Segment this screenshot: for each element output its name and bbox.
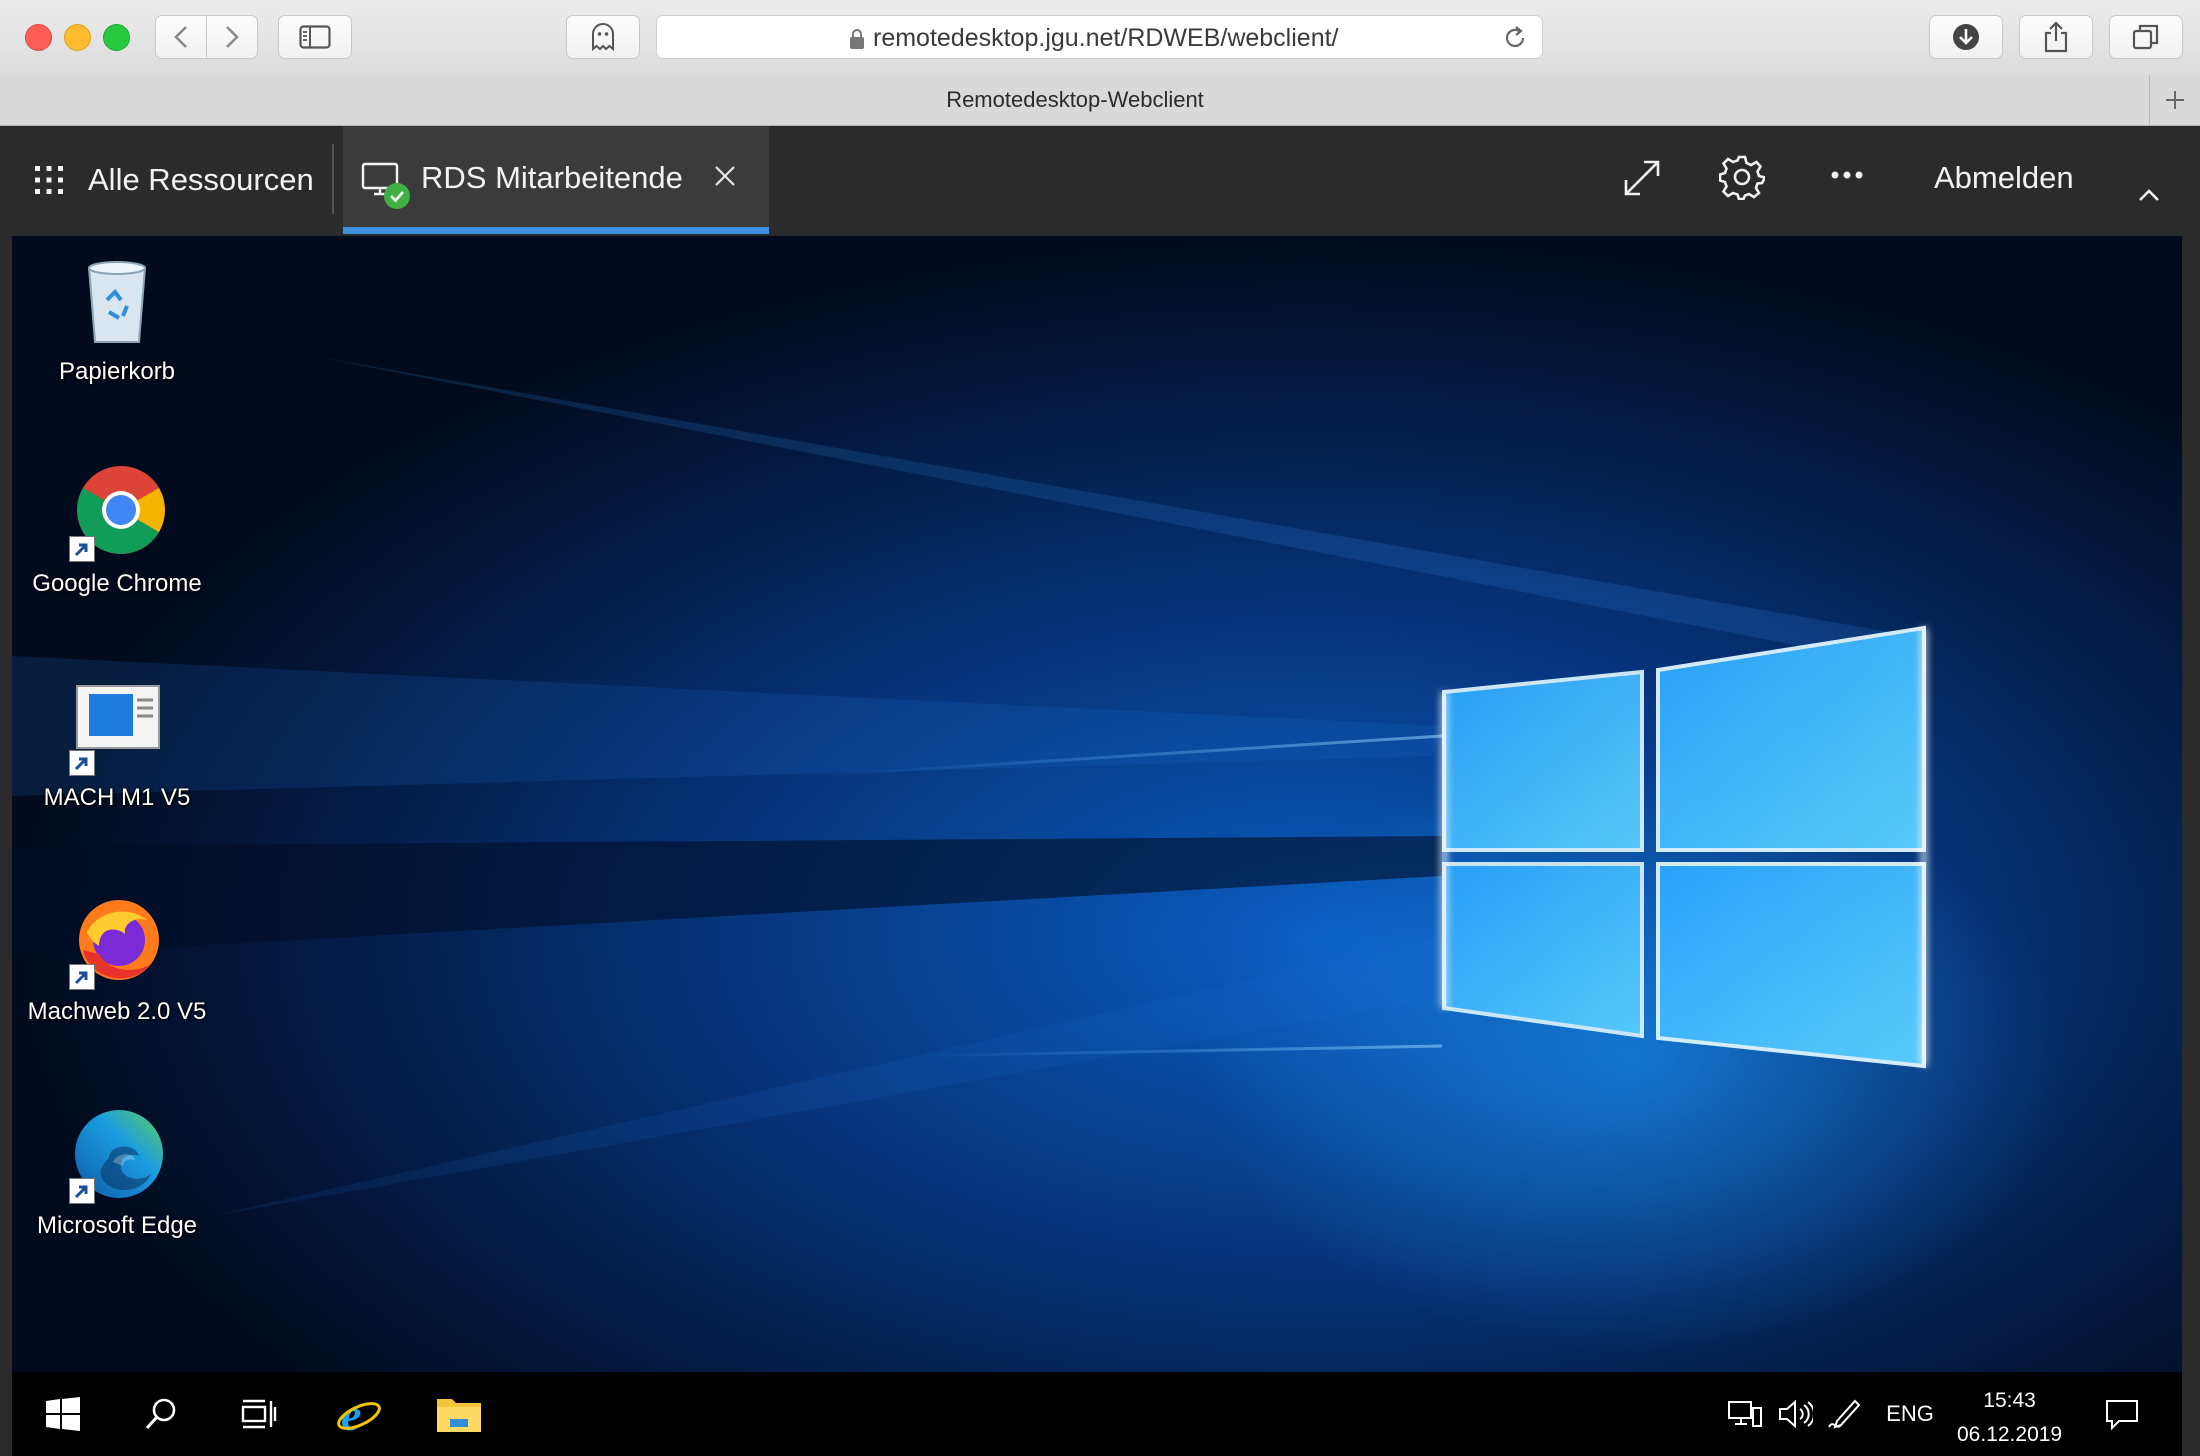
all-resources-button[interactable]: Alle Ressourcen (34, 162, 314, 198)
remote-desktop[interactable]: Papierkorb Google Chrome MACH M1 V5 Mach… (12, 236, 2182, 1372)
more-options-button[interactable] (1830, 170, 1864, 180)
desktop-icon-label: Papierkorb (58, 358, 176, 385)
shortcut-arrow-icon (69, 1178, 95, 1204)
gear-icon (1719, 155, 1765, 200)
shortcut-arrow-icon (69, 536, 95, 562)
share-icon (2044, 21, 2068, 53)
windows-start-icon (46, 1397, 80, 1431)
chrome-icon (69, 466, 165, 562)
lock-icon (850, 28, 864, 49)
viewport-border (2182, 236, 2200, 1456)
session-tab[interactable]: RDS Mitarbeitende (343, 126, 769, 234)
url-text: remotedesktop.jgu.net/RDWEB/webclient/ (873, 24, 1339, 52)
minimize-window-button[interactable] (64, 24, 91, 51)
task-view-icon (241, 1399, 277, 1429)
desktop-icon-label: Google Chrome (32, 570, 202, 597)
ghost-icon (592, 23, 614, 52)
browser-toolbar: remotedesktop.jgu.net/RDWEB/webclient/ (0, 0, 2200, 76)
desktop-icon-recycle-bin[interactable]: Papierkorb (12, 254, 222, 386)
network-icon (1728, 1401, 1762, 1427)
app-grid-icon (35, 166, 63, 194)
clock-time: 15:43 (1983, 1389, 2036, 1412)
expand-icon (1624, 160, 1660, 196)
chevron-right-icon (226, 26, 239, 48)
desktop-icon-label: MACH M1 V5 (43, 784, 191, 811)
settings-button[interactable] (1719, 154, 1765, 200)
active-tab-indicator (343, 227, 769, 234)
desktop-icon-label: Microsoft Edge (36, 1212, 198, 1239)
zoom-window-button[interactable] (103, 24, 130, 51)
reload-icon (1505, 26, 1525, 47)
taskbar-file-explorer[interactable] (428, 1372, 490, 1456)
taskbar-internet-explorer[interactable]: e (328, 1372, 390, 1456)
pen-icon (1828, 1399, 1861, 1429)
shortcut-arrow-icon (69, 750, 95, 776)
search-button[interactable] (130, 1372, 192, 1456)
divider (332, 144, 334, 214)
tabs-icon (2132, 24, 2159, 50)
fullscreen-button[interactable] (1620, 156, 1664, 200)
network-tray-icon[interactable] (1722, 1372, 1768, 1456)
sidebar-icon (299, 25, 331, 49)
reload-button[interactable] (1502, 25, 1528, 51)
notification-icon (2106, 1400, 2138, 1430)
forward-button[interactable] (206, 15, 258, 59)
folder-icon (437, 1399, 481, 1432)
share-button[interactable] (2019, 15, 2093, 59)
action-center-button[interactable] (2092, 1372, 2152, 1456)
close-icon (715, 166, 735, 186)
clock[interactable]: 15:43 06.12.2019 (1957, 1384, 2062, 1452)
close-window-button[interactable] (25, 24, 52, 51)
speaker-icon (1779, 1399, 1813, 1429)
logout-button[interactable]: Abmelden (1934, 160, 2074, 196)
task-view-button[interactable] (228, 1372, 290, 1456)
volume-tray-icon[interactable] (1772, 1372, 1818, 1456)
windows-taskbar: e ENG 15:43 06.12.2019 (12, 1372, 2182, 1456)
chevron-up-icon (2139, 189, 2159, 201)
search-icon (145, 1398, 176, 1430)
all-resources-label: Alle Ressourcen (88, 162, 314, 197)
sidebar-button[interactable] (278, 15, 352, 59)
edge-icon (69, 1108, 165, 1204)
firefox-icon (69, 894, 165, 990)
download-icon (1953, 24, 1979, 50)
clock-date: 06.12.2019 (1957, 1423, 2063, 1446)
chevron-left-icon (174, 26, 187, 48)
desktop-icon-machweb[interactable]: Machweb 2.0 V5 (12, 894, 222, 1026)
connected-monitor-icon (361, 160, 413, 212)
desktop-icon-microsoft-edge[interactable]: Microsoft Edge (12, 1108, 222, 1240)
mach-app-icon (69, 680, 165, 776)
pen-tray-icon[interactable] (1822, 1372, 1868, 1456)
browser-tab-bar: Remotedesktop-Webclient (0, 75, 2200, 126)
back-button[interactable] (155, 15, 207, 59)
desktop-icon-mach-m1[interactable]: MACH M1 V5 (12, 680, 222, 812)
tab-overview-button[interactable] (2109, 15, 2183, 59)
collapse-bar-button[interactable] (2138, 188, 2160, 202)
plus-icon (2166, 91, 2184, 109)
browser-tab-title[interactable]: Remotedesktop-Webclient (0, 87, 2150, 113)
start-button[interactable] (32, 1372, 94, 1456)
address-bar[interactable]: remotedesktop.jgu.net/RDWEB/webclient/ (656, 15, 1543, 59)
rd-client-bar: Alle Ressourcen RDS Mitarbeitende Abmeld… (0, 126, 2200, 234)
desktop-icon-label: Machweb 2.0 V5 (27, 998, 207, 1025)
session-tab-label: RDS Mitarbeitende (421, 160, 683, 195)
viewport-border (0, 236, 12, 1456)
language-text: ENG (1886, 1401, 1934, 1426)
recycle-bin-icon (69, 254, 165, 350)
downloads-button[interactable] (1929, 15, 2003, 59)
shortcut-arrow-icon (69, 964, 95, 990)
more-dots-icon (1831, 171, 1863, 179)
language-indicator[interactable]: ENG (1880, 1372, 1940, 1456)
ghostery-extension-button[interactable] (566, 15, 640, 59)
close-session-button[interactable] (713, 164, 737, 188)
desktop-icon-google-chrome[interactable]: Google Chrome (12, 466, 222, 598)
new-tab-button[interactable] (2149, 75, 2200, 125)
windows-logo-wallpaper (1441, 625, 1927, 1069)
internet-explorer-icon: e (337, 1390, 381, 1438)
